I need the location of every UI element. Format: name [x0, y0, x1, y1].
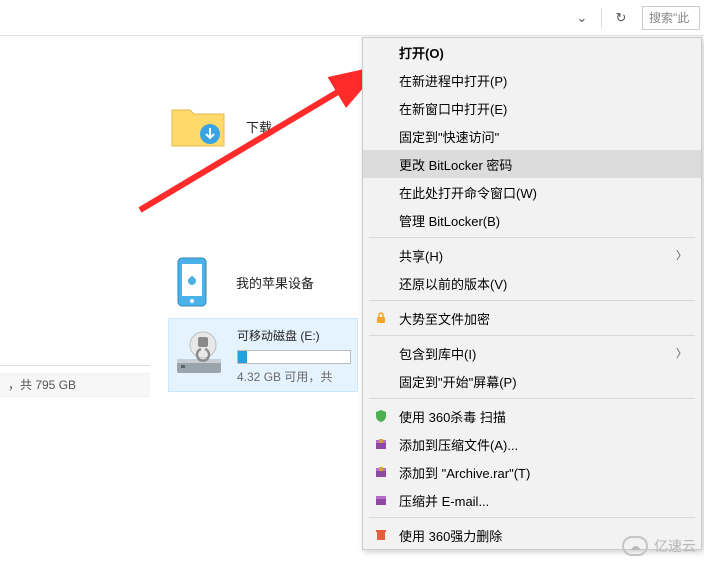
- search-placeholder: 搜索"此: [649, 9, 689, 26]
- downloads-label: 下载: [246, 117, 272, 136]
- chevron-right-icon: 〉: [676, 345, 687, 361]
- menu-open-new-process[interactable]: 在新进程中打开(P): [363, 66, 701, 94]
- menu-pin-quick-access[interactable]: 固定到"快速访问": [363, 122, 701, 150]
- drive-name: 可移动磁盘 (E:): [237, 327, 351, 346]
- menu-separator: [369, 300, 695, 301]
- drive-capacity-bar: [237, 350, 351, 364]
- refresh-icon: ↻: [616, 10, 627, 26]
- archive-icon: [373, 464, 389, 480]
- menu-separator: [369, 335, 695, 336]
- chevron-down-icon: ⌄: [577, 10, 588, 26]
- removable-drive-icon: [173, 323, 225, 379]
- menu-restore-previous[interactable]: 还原以前的版本(V): [363, 269, 701, 297]
- menu-separator: [369, 237, 695, 238]
- watermark: ☁ 亿速云: [622, 536, 696, 556]
- folder-download-icon: [170, 102, 226, 150]
- menu-pin-start[interactable]: 固定到"开始"屏幕(P): [363, 367, 701, 395]
- menu-separator: [369, 398, 695, 399]
- context-menu: 打开(O) 在新进程中打开(P) 在新窗口中打开(E) 固定到"快速访问" 更改…: [362, 37, 702, 550]
- menu-open[interactable]: 打开(O): [363, 38, 701, 66]
- divider: [0, 365, 150, 366]
- drive-substatus: 4.32 GB 可用，共: [237, 368, 351, 387]
- menu-include-in-library[interactable]: 包含到库中(I)〉: [363, 339, 701, 367]
- status-disk-size: ，共 795 GB: [0, 373, 150, 397]
- apple-device-label: 我的苹果设备: [236, 273, 314, 292]
- apple-device-item[interactable]: 我的苹果设备: [168, 254, 314, 310]
- cloud-icon: ☁: [622, 536, 648, 556]
- menu-change-bitlocker-password[interactable]: 更改 BitLocker 密码: [363, 150, 701, 178]
- search-input[interactable]: 搜索"此: [642, 6, 700, 30]
- phone-icon: [168, 254, 216, 310]
- menu-manage-bitlocker[interactable]: 管理 BitLocker(B): [363, 206, 701, 234]
- menu-add-to-archive[interactable]: 添加到压缩文件(A)...: [363, 430, 701, 458]
- menu-open-cmd-here[interactable]: 在此处打开命令窗口(W): [363, 178, 701, 206]
- watermark-text: 亿速云: [654, 536, 696, 556]
- chevron-right-icon: 〉: [676, 247, 687, 263]
- menu-scan-360[interactable]: 使用 360杀毒 扫描: [363, 402, 701, 430]
- delete-icon: [373, 527, 389, 543]
- shield-icon: [373, 408, 389, 424]
- menu-compress-email[interactable]: 压缩并 E-mail...: [363, 486, 701, 514]
- menu-dashi-encrypt[interactable]: 大势至文件加密: [363, 304, 701, 332]
- lock-icon: [373, 310, 389, 326]
- menu-share[interactable]: 共享(H)〉: [363, 241, 701, 269]
- menu-open-new-window[interactable]: 在新窗口中打开(E): [363, 94, 701, 122]
- menu-separator: [369, 517, 695, 518]
- menu-add-to-archive-rar[interactable]: 添加到 "Archive.rar"(T): [363, 458, 701, 486]
- archive-mail-icon: [373, 492, 389, 508]
- dropdown-button[interactable]: ⌄: [569, 6, 595, 30]
- refresh-button[interactable]: ↻: [608, 6, 634, 30]
- toolbar: ⌄ ↻ 搜索"此: [0, 0, 704, 36]
- archive-icon: [373, 436, 389, 452]
- drive-item-selected[interactable]: 可移动磁盘 (E:) 4.32 GB 可用，共: [168, 318, 358, 392]
